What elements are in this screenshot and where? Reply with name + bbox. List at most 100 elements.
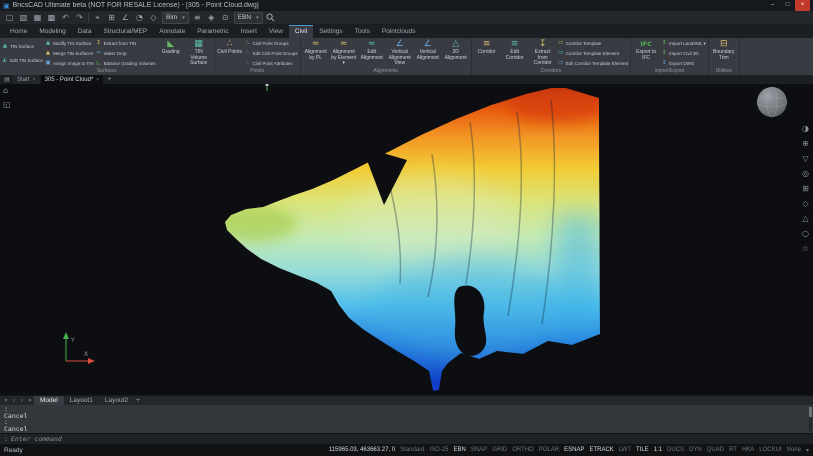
- tab-annotate[interactable]: Annotate: [153, 25, 191, 38]
- status-toggle-quad[interactable]: QUAD: [707, 447, 724, 453]
- redo-icon[interactable]: ↷: [74, 11, 85, 25]
- tin-volume-surface-button[interactable]: ▦ TIN Volume Surface: [186, 39, 212, 68]
- prev-layout-icon[interactable]: ‹: [10, 397, 18, 404]
- new-tab-button[interactable]: +: [104, 76, 114, 83]
- status-style-standard[interactable]: Standard: [400, 447, 424, 453]
- tab-civil[interactable]: Civil: [288, 25, 314, 38]
- favorites-icon[interactable]: ☆: [802, 244, 809, 253]
- tab-view[interactable]: View: [263, 25, 289, 38]
- undo-icon[interactable]: ↶: [60, 11, 71, 25]
- polygon-icon[interactable]: ◇: [148, 11, 159, 25]
- search-icon[interactable]: [266, 13, 275, 22]
- import-civil3d-button[interactable]: ↥ Import Civil 3D: [661, 50, 706, 57]
- crosshair-icon[interactable]: ⌖: [92, 11, 103, 25]
- import-landxml-button[interactable]: ↥ Import LandXML ▾: [661, 40, 706, 47]
- assign-image-to-tin-button[interactable]: ▣ Assign Image to TIN: [45, 60, 93, 67]
- tab-settings[interactable]: Settings: [313, 25, 349, 38]
- filter-icon[interactable]: ▽: [802, 154, 808, 163]
- tab-menu-icon[interactable]: ▤: [2, 76, 12, 83]
- civil-points-button[interactable]: ∴ Civil Points: [217, 39, 243, 68]
- balance-grading-volumes-button[interactable]: ◺ Balance Grading Volumes: [96, 60, 156, 67]
- status-annotation[interactable]: None: [787, 447, 801, 453]
- grid-icon[interactable]: ⊞: [802, 184, 809, 193]
- command-input[interactable]: : Enter command: [0, 433, 813, 444]
- maximize-button[interactable]: □: [780, 0, 795, 11]
- corridor-template-element-button[interactable]: ▭ Corridor Template Element: [558, 50, 628, 57]
- navigation-sphere[interactable]: [756, 86, 788, 118]
- status-toggle-lockui[interactable]: LOCKUI: [759, 447, 781, 453]
- orbit-icon[interactable]: △: [802, 214, 808, 223]
- layout-tab-model[interactable]: Model: [34, 396, 64, 405]
- chevron-down-icon[interactable]: ▾: [806, 447, 809, 454]
- tab-tools[interactable]: Tools: [349, 25, 376, 38]
- last-layout-icon[interactable]: »: [26, 397, 34, 404]
- app-icon[interactable]: ▣: [3, 2, 10, 10]
- extract-from-corridor-button[interactable]: ↧ Extract from Corridor: [530, 39, 556, 68]
- status-toggle-dyn[interactable]: DYN: [689, 447, 702, 453]
- sun-icon[interactable]: ⊕: [802, 139, 809, 148]
- viewport[interactable]: Y X: [0, 84, 813, 395]
- close-button[interactable]: ×: [795, 0, 810, 11]
- alignment-by-pl-button[interactable]: ≈ Alignment by PL: [303, 39, 329, 68]
- status-workspace[interactable]: EBN: [454, 447, 466, 453]
- vertical-alignment-button[interactable]: ∠ Vertical Alignment: [415, 39, 441, 68]
- print-icon[interactable]: ▩: [46, 11, 57, 25]
- alignment-3d-button[interactable]: △ 3D Alignment: [443, 39, 469, 68]
- tab-modeling[interactable]: Modeling: [33, 25, 71, 38]
- tin-surface-button[interactable]: ▲ TIN Surface: [2, 43, 43, 50]
- civil-point-groups-button[interactable]: ∴ Civil Point Groups: [245, 40, 298, 47]
- status-toggle-snap[interactable]: SNAP: [471, 447, 487, 453]
- materials-icon[interactable]: ◇: [802, 199, 808, 208]
- merge-tin-surfaces-button[interactable]: ▲ Merge TIN Surfaces: [45, 50, 94, 57]
- doc-tab-start[interactable]: Start ×: [13, 75, 40, 84]
- civil-point-attributes-button[interactable]: ∴ Civil Point Attributes: [245, 60, 298, 67]
- materials-icon[interactable]: ◈: [206, 11, 217, 25]
- open-icon[interactable]: ▧: [18, 11, 29, 25]
- close-icon[interactable]: ×: [96, 77, 99, 83]
- next-layout-icon[interactable]: ›: [18, 397, 26, 404]
- tab-home[interactable]: Home: [4, 25, 33, 38]
- status-toggle-polar[interactable]: POLAR: [539, 447, 559, 453]
- corridor-template-button[interactable]: ▭ Corridor Template: [558, 40, 628, 47]
- edit-civil-point-groups-button[interactable]: ∴ Edit Civil Point Groups: [245, 50, 298, 57]
- status-dimstyle[interactable]: ISO-25: [429, 447, 448, 453]
- extract-from-tin-button[interactable]: ↧ Extract from TIN: [96, 40, 156, 47]
- status-toggle-etrack[interactable]: ETRACK: [589, 447, 613, 453]
- tab-pointclouds[interactable]: Pointclouds: [376, 25, 422, 38]
- command-history[interactable]: : Cancel : Cancel: [0, 405, 813, 433]
- angle-icon[interactable]: ∠: [120, 11, 131, 25]
- workspace-select[interactable]: Bim ▾: [162, 11, 189, 24]
- alignment-by-element-button[interactable]: ≈ Alignment by Element ▾: [331, 39, 357, 68]
- corridor-button[interactable]: ≡ Corridor: [474, 39, 500, 68]
- close-icon[interactable]: ×: [33, 77, 36, 83]
- status-toggle-ducs[interactable]: DUCS: [667, 447, 684, 453]
- new-icon[interactable]: ▢: [4, 11, 15, 25]
- profile-select[interactable]: EBN ▾: [233, 11, 263, 24]
- command-scrollbar-thumb[interactable]: [809, 407, 812, 417]
- save-icon[interactable]: ▦: [32, 11, 43, 25]
- render-icon[interactable]: ⊙: [220, 11, 231, 25]
- boundary-trim-button[interactable]: ⊟ Boundary Trim: [711, 39, 737, 68]
- layout-tab-layout1[interactable]: Layout1: [64, 396, 99, 405]
- grading-button[interactable]: ◣ Grading: [158, 39, 184, 68]
- tab-insert[interactable]: Insert: [235, 25, 263, 38]
- status-toggle-lwt[interactable]: LWT: [619, 447, 631, 453]
- layers-icon[interactable]: ≡: [192, 11, 203, 25]
- status-toggle-grid[interactable]: GRID: [492, 447, 507, 453]
- vertical-alignment-view-button[interactable]: ∠ Vertical Alignment View: [387, 39, 413, 68]
- edit-alignment-button[interactable]: ≈ Edit Alignment: [359, 39, 385, 68]
- tab-parametric[interactable]: Parametric: [191, 25, 234, 38]
- sphere-icon[interactable]: ○: [802, 229, 809, 238]
- status-toggle-esnap[interactable]: ESNAP: [564, 447, 584, 453]
- status-toggle-rt[interactable]: RT: [729, 447, 737, 453]
- first-layout-icon[interactable]: «: [2, 397, 10, 404]
- export-dwg-button[interactable]: ↧ Export DWG: [661, 60, 706, 67]
- snap-grid-icon[interactable]: ⊞: [106, 11, 117, 25]
- drawing-canvas[interactable]: ⌂ ◱ ◑ ⊕ ▽ ◎ ⊞ ◇ △ ○ ☆ Y X: [0, 84, 813, 395]
- add-layout-button[interactable]: +: [134, 397, 142, 404]
- sheet-icon[interactable]: ◱: [3, 100, 11, 109]
- water-drop-button[interactable]: ≈ Water Drop: [96, 50, 156, 57]
- status-toggle-ortho[interactable]: ORTHO: [512, 447, 534, 453]
- arc-icon[interactable]: ◔: [134, 11, 145, 25]
- modify-tin-surface-button[interactable]: ▲ Modify TIN Surface: [45, 40, 94, 47]
